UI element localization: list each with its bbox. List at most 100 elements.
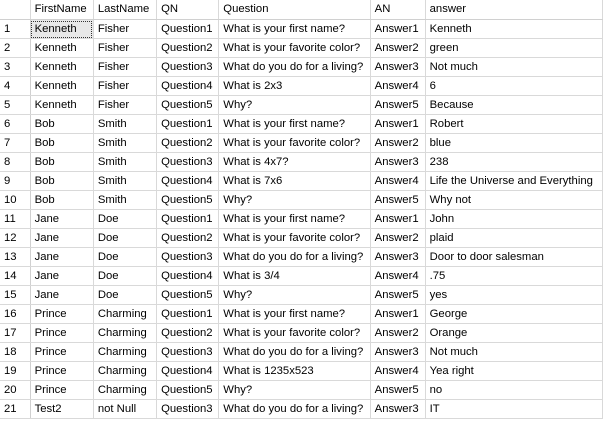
table-row[interactable]: 1 Kenneth Fisher Question1 What is your firs… — [0, 19, 604, 39]
cell-an[interactable]: Answer2 — [370, 228, 426, 248]
cell-firstname[interactable]: Prince — [30, 342, 94, 362]
cell-qn[interactable]: Question5 — [156, 380, 220, 400]
cell-lastname[interactable]: Fisher — [93, 57, 158, 77]
table-row[interactable]: 18 Prince Charming Question3 What do you do … — [0, 342, 604, 362]
cell-an[interactable]: Answer4 — [370, 361, 426, 381]
column-header-an[interactable]: AN — [370, 0, 426, 20]
cell-question[interactable]: What is your first name? — [218, 114, 371, 134]
cell-firstname[interactable]: Kenneth — [30, 19, 94, 39]
cell-qn[interactable]: Question5 — [156, 190, 220, 210]
table-row[interactable]: 5 Kenneth Fisher Question5 Why? Answer5 Becaus… — [0, 95, 604, 115]
cell-an[interactable]: Answer3 — [370, 247, 426, 267]
cell-qn[interactable]: Question2 — [156, 323, 220, 343]
cell-qn[interactable]: Question5 — [156, 285, 220, 305]
cell-an[interactable]: Answer1 — [370, 114, 426, 134]
cell-an[interactable]: Answer3 — [370, 57, 426, 77]
cell-an[interactable]: Answer4 — [370, 266, 426, 286]
table-row[interactable]: 12 Jane Doe Question2 What is your favorite … — [0, 228, 604, 248]
row-number[interactable]: 10 — [0, 190, 31, 210]
cell-qn[interactable]: Question4 — [156, 361, 220, 381]
row-number[interactable]: 8 — [0, 152, 31, 172]
cell-answer[interactable]: no — [425, 380, 604, 400]
cell-an[interactable]: Answer2 — [370, 133, 426, 153]
table-row[interactable]: 6 Bob Smith Question1 What is your first nam… — [0, 114, 604, 134]
row-number[interactable]: 18 — [0, 342, 31, 362]
column-header-qn[interactable]: QN — [156, 0, 220, 20]
cell-question[interactable]: What is your first name? — [218, 304, 371, 324]
row-number[interactable]: 7 — [0, 133, 31, 153]
table-row[interactable]: 16 Prince Charming Question1 What is your fi… — [0, 304, 604, 324]
column-header-lastname[interactable]: LastName — [93, 0, 158, 20]
cell-firstname[interactable]: Bob — [30, 171, 94, 191]
row-number[interactable]: 4 — [0, 76, 31, 96]
cell-question[interactable]: What is 4x7? — [218, 152, 371, 172]
cell-lastname[interactable]: Doe — [93, 285, 158, 305]
cell-qn[interactable]: Question2 — [156, 133, 220, 153]
table-row[interactable]: 2 Kenneth Fisher Question2 What is your favo… — [0, 38, 604, 58]
cell-question[interactable]: What is your favorite color? — [218, 323, 371, 343]
table-row[interactable]: 4 Kenneth Fisher Question4 What is 2x3 Answer… — [0, 76, 604, 96]
cell-answer[interactable]: George — [425, 304, 604, 324]
cell-lastname[interactable]: Charming — [93, 304, 158, 324]
cell-question[interactable]: What is your favorite color? — [218, 38, 371, 58]
row-number[interactable]: 15 — [0, 285, 31, 305]
table-row[interactable]: 8 Bob Smith Question3 What is 4x7? Answer3 238 — [0, 152, 604, 172]
cell-firstname[interactable]: Kenneth — [30, 38, 94, 58]
row-number[interactable]: 9 — [0, 171, 31, 191]
cell-answer[interactable]: John — [425, 209, 604, 229]
cell-qn[interactable]: Question3 — [156, 247, 220, 267]
cell-firstname[interactable]: Bob — [30, 133, 94, 153]
cell-firstname[interactable]: Jane — [30, 266, 94, 286]
cell-qn[interactable]: Question4 — [156, 266, 220, 286]
column-header-question[interactable]: Question — [218, 0, 371, 20]
row-number[interactable]: 6 — [0, 114, 31, 134]
cell-answer[interactable]: .75 — [425, 266, 604, 286]
cell-qn[interactable]: Question2 — [156, 38, 220, 58]
cell-question[interactable]: Why? — [218, 380, 371, 400]
cell-lastname[interactable]: Fisher — [93, 76, 158, 96]
cell-firstname[interactable]: Prince — [30, 361, 94, 381]
row-number[interactable]: 13 — [0, 247, 31, 267]
cell-firstname[interactable]: Bob — [30, 152, 94, 172]
cell-lastname[interactable]: not Null — [93, 399, 158, 419]
cell-firstname[interactable]: Prince — [30, 304, 94, 324]
cell-answer[interactable]: plaid — [425, 228, 604, 248]
row-number[interactable]: 3 — [0, 57, 31, 77]
cell-firstname[interactable]: Kenneth — [30, 57, 94, 77]
row-number[interactable]: 16 — [0, 304, 31, 324]
cell-an[interactable]: Answer2 — [370, 38, 426, 58]
cell-qn[interactable]: Question3 — [156, 57, 220, 77]
cell-qn[interactable]: Question1 — [156, 304, 220, 324]
table-row[interactable]: 7 Bob Smith Question2 What is your favorite … — [0, 133, 604, 153]
cell-answer[interactable]: Yea right — [425, 361, 604, 381]
cell-firstname[interactable]: Kenneth — [30, 76, 94, 96]
cell-answer[interactable]: IT — [425, 399, 604, 419]
cell-answer[interactable]: yes — [425, 285, 604, 305]
cell-answer[interactable]: Why not — [425, 190, 604, 210]
row-number[interactable]: 1 — [0, 19, 31, 39]
cell-answer[interactable]: Not much — [425, 57, 604, 77]
cell-qn[interactable]: Question1 — [156, 19, 220, 39]
cell-an[interactable]: Answer3 — [370, 399, 426, 419]
cell-firstname[interactable]: Test2 — [30, 399, 94, 419]
cell-answer[interactable]: Life the Universe and Everything — [425, 171, 604, 191]
column-header-firstname[interactable]: FirstName — [30, 0, 94, 20]
table-row[interactable]: 21 Test2 not Null Question3 What do you do f… — [0, 399, 604, 419]
cell-an[interactable]: Answer5 — [370, 285, 426, 305]
table-row[interactable]: 17 Prince Charming Question2 What is your fa… — [0, 323, 604, 343]
cell-lastname[interactable]: Doe — [93, 209, 158, 229]
cell-qn[interactable]: Question4 — [156, 171, 220, 191]
cell-qn[interactable]: Question1 — [156, 114, 220, 134]
cell-lastname[interactable]: Smith — [93, 171, 158, 191]
row-number[interactable]: 20 — [0, 380, 31, 400]
cell-an[interactable]: Answer4 — [370, 171, 426, 191]
cell-lastname[interactable]: Smith — [93, 152, 158, 172]
cell-answer[interactable]: Kenneth — [425, 19, 604, 39]
row-number[interactable]: 5 — [0, 95, 31, 115]
table-row[interactable]: 15 Jane Doe Question5 Why? Answer5 yes — [0, 285, 604, 305]
cell-question[interactable]: What is your first name? — [218, 209, 371, 229]
cell-answer[interactable]: Door to door salesman — [425, 247, 604, 267]
cell-answer[interactable]: 6 — [425, 76, 604, 96]
table-row[interactable]: 11 Jane Doe Question1 What is your first nam… — [0, 209, 604, 229]
table-row[interactable]: 9 Bob Smith Question4 What is 7x6 Answer4 Life… — [0, 171, 604, 191]
